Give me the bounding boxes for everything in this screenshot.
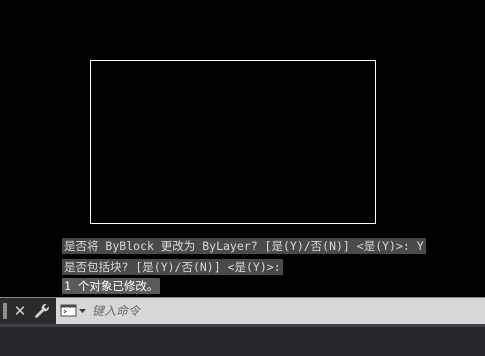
command-line-bar: ✕ [0,297,485,324]
grip-handle-icon[interactable] [3,303,7,319]
command-history-line: 是否将 ByBlock 更改为 ByLayer? [是(Y)/否(N)] <是(… [62,238,426,254]
command-input-area [56,298,485,324]
command-history-line: 1 个对象已修改。 [62,278,161,294]
command-input[interactable] [92,301,472,321]
wrench-icon[interactable] [33,302,51,320]
command-line-tools: ✕ [0,298,56,324]
command-prompt-icon[interactable] [60,303,88,319]
drawn-rectangle[interactable] [90,60,376,224]
command-history-line: 是否包括块? [是(Y)/否(N)] <是(Y)>: [62,259,283,275]
drawing-canvas[interactable]: 是否将 ByBlock 更改为 ByLayer? [是(Y)/否(N)] <是(… [0,0,485,297]
status-bar-area [0,324,485,356]
close-icon[interactable]: ✕ [12,301,28,321]
divider [0,324,485,327]
